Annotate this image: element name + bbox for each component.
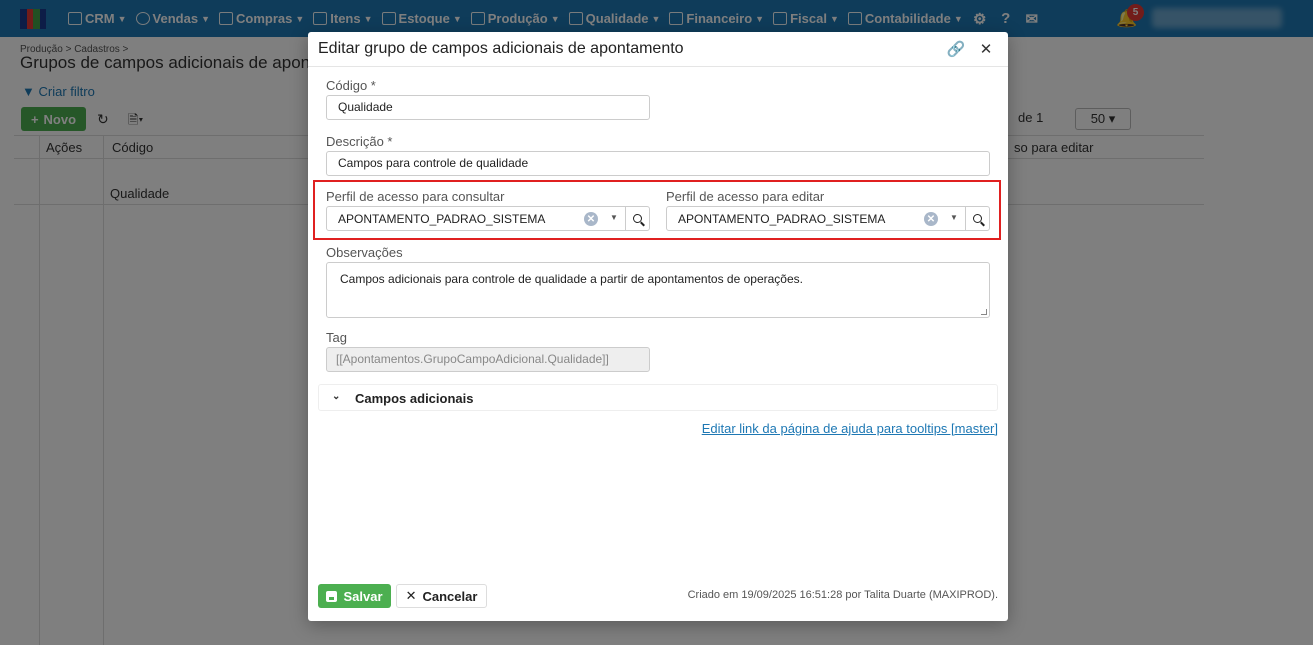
close-icon[interactable]: ✕ xyxy=(977,40,995,58)
descricao-label: Descrição * xyxy=(326,134,393,149)
link-icon[interactable]: 🔗 xyxy=(947,40,966,58)
save-icon xyxy=(326,590,338,602)
cancel-button[interactable]: ✕ Cancelar xyxy=(396,584,487,608)
perfil-consultar-value: APONTAMENTO_PADRAO_SISTEMA xyxy=(338,212,546,226)
clear-icon[interactable]: ✕ xyxy=(584,212,598,226)
perfil-editar-select[interactable]: APONTAMENTO_PADRAO_SISTEMA ✕ ▼ xyxy=(666,206,990,231)
created-info: Criado em 19/09/2025 16:51:28 por Talita… xyxy=(687,589,998,601)
caret-down-icon[interactable]: ▼ xyxy=(610,213,618,222)
clear-icon[interactable]: ✕ xyxy=(924,212,938,226)
perfil-consultar-label: Perfil de acesso para consultar xyxy=(326,189,505,204)
modal-header: Editar grupo de campos adicionais de apo… xyxy=(308,32,1008,67)
tag-field: [[Apontamentos.GrupoCampoAdicional.Quali… xyxy=(326,347,650,372)
descricao-field[interactable]: Campos para controle de qualidade xyxy=(326,151,990,176)
modal-title: Editar grupo de campos adicionais de apo… xyxy=(318,40,684,57)
perfil-editar-value: APONTAMENTO_PADRAO_SISTEMA xyxy=(678,212,886,226)
codigo-field[interactable]: Qualidade xyxy=(326,95,650,120)
resize-handle-icon[interactable] xyxy=(981,309,987,315)
search-icon[interactable] xyxy=(965,207,989,230)
edit-group-modal: Editar grupo de campos adicionais de apo… xyxy=(308,32,1008,621)
observacoes-label: Observações xyxy=(326,245,403,260)
help-tooltip-link[interactable]: Editar link da página de ajuda para tool… xyxy=(702,421,998,436)
caret-down-icon[interactable]: ▼ xyxy=(950,213,958,222)
campos-adicionais-accordion[interactable]: ⌄ Campos adicionais xyxy=(318,384,998,411)
observacoes-textarea[interactable]: Campos adicionais para controle de quali… xyxy=(326,262,990,318)
perfil-consultar-select[interactable]: APONTAMENTO_PADRAO_SISTEMA ✕ ▼ xyxy=(326,206,650,231)
close-icon: ✕ xyxy=(405,588,417,603)
search-icon[interactable] xyxy=(625,207,649,230)
accordion-label: Campos adicionais xyxy=(355,391,474,406)
codigo-label: Código * xyxy=(326,78,376,93)
chevron-down-icon: ⌄ xyxy=(332,391,341,402)
tag-label: Tag xyxy=(326,330,347,345)
save-button[interactable]: Salvar xyxy=(318,584,391,608)
perfil-editar-label: Perfil de acesso para editar xyxy=(666,189,825,204)
